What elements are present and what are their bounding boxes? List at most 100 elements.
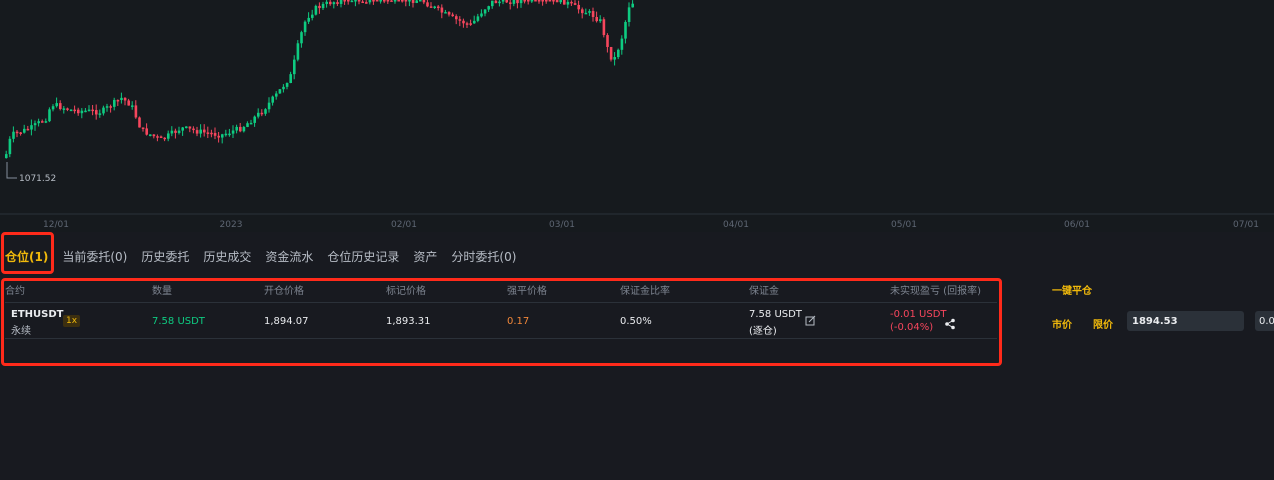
candle-body bbox=[195, 130, 199, 134]
candle-body bbox=[339, 0, 343, 4]
candle-body bbox=[624, 21, 627, 39]
candle-body bbox=[293, 59, 296, 75]
candle-body bbox=[260, 112, 264, 115]
candle-body bbox=[577, 4, 580, 10]
candle-body bbox=[411, 0, 415, 3]
candle-body bbox=[437, 6, 440, 9]
close-all-button[interactable]: 一键平仓 bbox=[1052, 282, 1092, 297]
candle-body bbox=[188, 126, 192, 129]
candle-body bbox=[321, 3, 325, 9]
x-tick-label: 06/01 bbox=[1064, 220, 1090, 230]
tab-trade-history[interactable]: 历史成交 bbox=[203, 248, 251, 265]
close-qty-input[interactable] bbox=[1255, 311, 1274, 331]
candle-body bbox=[541, 0, 544, 2]
candle-body bbox=[102, 107, 105, 114]
candle-body bbox=[566, 1, 570, 5]
candle-body bbox=[419, 0, 422, 2]
candle-body bbox=[30, 125, 33, 130]
candle-body bbox=[109, 106, 112, 108]
candle-body bbox=[462, 20, 465, 24]
candle-body bbox=[228, 133, 231, 136]
candle-body bbox=[365, 2, 368, 4]
candle-body bbox=[314, 5, 318, 15]
candle-body bbox=[455, 16, 458, 20]
candle-body bbox=[512, 0, 516, 4]
tab-position-history[interactable]: 仓位历史记录 bbox=[327, 248, 399, 265]
candle-body bbox=[152, 134, 156, 137]
candle-body bbox=[480, 13, 483, 17]
candle-body bbox=[527, 0, 530, 2]
candle-body bbox=[570, 1, 573, 4]
candle-body bbox=[185, 126, 188, 128]
candle-body bbox=[516, 0, 519, 4]
market-close-button[interactable]: 市价 bbox=[1052, 316, 1072, 331]
candle-body bbox=[206, 132, 210, 134]
candle-body bbox=[545, 0, 548, 2]
candle-body bbox=[73, 109, 76, 112]
candle-body bbox=[444, 12, 447, 14]
candle-body bbox=[296, 43, 300, 60]
tab-twap-orders[interactable]: 分时委托(0) bbox=[451, 248, 516, 265]
candle-body bbox=[429, 6, 433, 8]
candle-body bbox=[37, 121, 40, 124]
candle-body bbox=[192, 128, 195, 131]
candle-body bbox=[213, 133, 217, 136]
candle-body bbox=[383, 0, 386, 2]
candle-body bbox=[156, 136, 159, 138]
candlestick-chart[interactable]: 12/01 2023 02/01 03/01 04/01 05/01 06/01 07/01 … bbox=[0, 0, 1274, 232]
candle-body bbox=[66, 108, 69, 110]
candle-body bbox=[584, 12, 588, 15]
candle-body bbox=[221, 134, 224, 138]
candle-body bbox=[105, 106, 109, 108]
candle-body bbox=[91, 109, 94, 112]
candle-body bbox=[620, 38, 624, 50]
highlight-box-tab bbox=[1, 232, 54, 274]
candle-body bbox=[264, 109, 267, 114]
candle-body bbox=[325, 1, 328, 4]
candle-body bbox=[300, 32, 303, 44]
limit-price-input[interactable] bbox=[1127, 311, 1244, 331]
candle-body bbox=[343, 0, 346, 2]
candle-body bbox=[127, 100, 130, 106]
x-tick-label: 2023 bbox=[220, 220, 243, 230]
candle-body bbox=[375, 0, 379, 2]
tab-assets[interactable]: 资产 bbox=[413, 248, 437, 265]
candle-body bbox=[303, 21, 307, 33]
candle-body bbox=[379, 0, 382, 2]
price-chart[interactable]: 12/01 2023 02/01 03/01 04/01 05/01 06/01 07/01 … bbox=[0, 0, 1274, 232]
candle-body bbox=[509, 2, 512, 4]
candle-body bbox=[440, 7, 444, 13]
candle-body bbox=[231, 130, 235, 134]
candle-body bbox=[530, 0, 534, 2]
candle-body bbox=[80, 110, 84, 114]
candle-body bbox=[552, 0, 555, 2]
candle-body bbox=[631, 3, 634, 8]
candle-body bbox=[408, 0, 411, 2]
candle-body bbox=[372, 0, 375, 2]
candle-body bbox=[257, 112, 260, 117]
x-tick-label: 02/01 bbox=[391, 220, 417, 230]
candle-body bbox=[505, 0, 508, 3]
candle-body bbox=[181, 127, 184, 131]
candle-body bbox=[278, 89, 282, 94]
tab-transaction-history[interactable]: 资金流水 bbox=[265, 248, 313, 265]
candle-body bbox=[350, 0, 354, 3]
candle-body bbox=[44, 121, 48, 123]
candle-body bbox=[548, 0, 552, 2]
candle-body bbox=[311, 14, 314, 18]
candle-body bbox=[253, 116, 256, 123]
candle-body bbox=[483, 9, 487, 14]
candle-body bbox=[458, 19, 462, 21]
limit-close-button[interactable]: 限价 bbox=[1093, 316, 1113, 331]
candle-body bbox=[271, 96, 274, 103]
candle-body bbox=[239, 126, 242, 132]
candle-body bbox=[84, 110, 87, 113]
candle-body bbox=[282, 86, 285, 90]
tab-open-orders[interactable]: 当前委托(0) bbox=[62, 248, 127, 265]
candle-body bbox=[289, 74, 292, 84]
tab-order-history[interactable]: 历史委托 bbox=[141, 248, 189, 265]
candle-body bbox=[433, 6, 436, 9]
candle-body bbox=[588, 11, 591, 13]
candle-body bbox=[131, 105, 134, 107]
candle-body bbox=[469, 23, 472, 25]
